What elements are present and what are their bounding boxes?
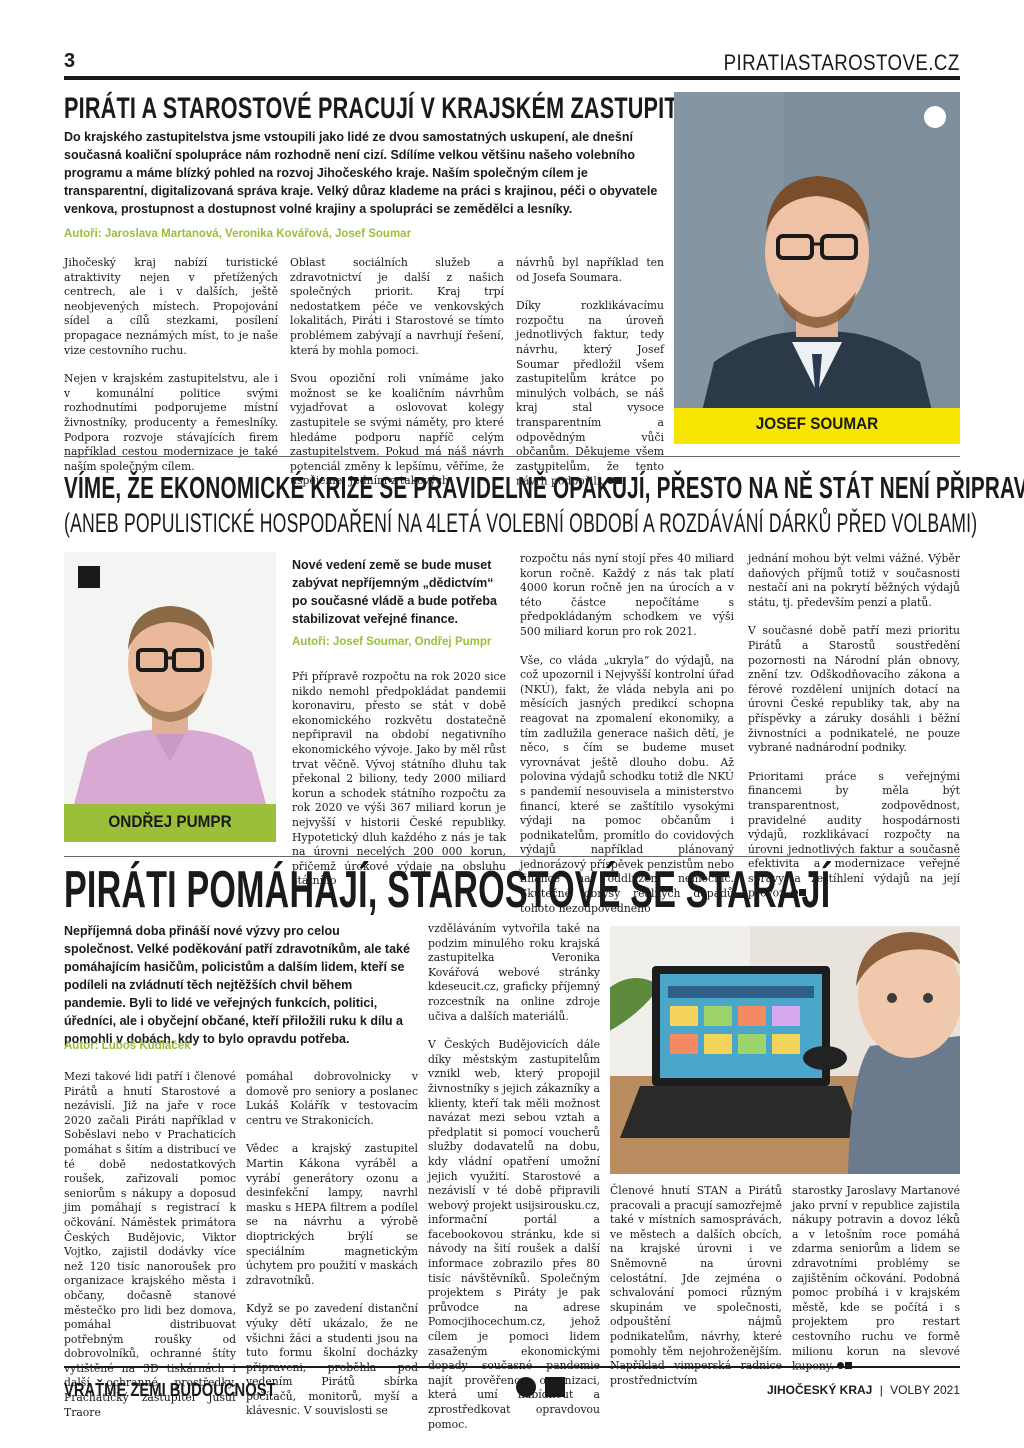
paragraph: Když se po zavedení distanční výuky dětí…	[246, 1302, 418, 1418]
footer-rule	[64, 1366, 960, 1368]
section-divider	[64, 856, 960, 857]
photo-illustration	[610, 926, 960, 1174]
paragraph: pomáhal dobrovolnicky v domově pro senio…	[246, 1070, 418, 1127]
article1-col3: návrhů byl například ten od Josefa Souma…	[516, 256, 664, 503]
footer-logo	[516, 1376, 566, 1397]
starostove-square-icon	[545, 1376, 566, 1397]
page-number: 3	[64, 50, 76, 72]
footer-election: VOLBY 2021	[890, 1383, 960, 1397]
footer-slogan: VRAŤME ZEMI BUDOUCNOST	[64, 1380, 276, 1400]
article2-authors: Autoři: Josef Soumar, Ondřej Pumpr	[292, 636, 492, 648]
pirate-logo-circle-icon	[924, 106, 946, 128]
paragraph: návrhů byl například ten od Josefa Souma…	[516, 256, 664, 284]
article1-authors: Autoři: Jaroslava Martanová, Veronika Ko…	[64, 228, 412, 240]
josef-soumar-photo	[674, 92, 960, 444]
article1-title: Piráti a Starostové pracují v krajském z…	[64, 92, 765, 125]
paragraph: Členové hnutí STAN a Pirátů pracovali a …	[610, 1184, 782, 1387]
article2-lead: Nové vedení země se bude muset zabývat n…	[292, 558, 497, 626]
ondrej-pumpr-photo	[64, 552, 276, 804]
footer-separator: |	[879, 1383, 883, 1397]
paragraph: Oblast sociálních služeb a zdravotnictví…	[290, 256, 504, 357]
paragraph: V současné době patří mezi prioritu Pirá…	[748, 624, 960, 755]
article3-lead: Nepříjemná doba přináší nové výzvy pro c…	[64, 924, 410, 1046]
section-divider	[64, 456, 960, 457]
article1-col2: Oblast sociálních služeb a zdravotnictví…	[290, 256, 504, 503]
header-rule	[64, 76, 960, 80]
portrait-illustration	[674, 92, 960, 444]
ondrej-pumpr-name: ONDŘEJ PUMPR	[108, 812, 232, 831]
paragraph: rozpočtu nás nyní stojí přes 40 miliard …	[520, 552, 734, 638]
article2-title: Víme, že ekonomické krize se pravidelně …	[64, 470, 1024, 505]
pirate-circle-icon	[516, 1376, 536, 1397]
portrait-illustration	[64, 552, 276, 804]
article1-lead: Do krajského zastupitelstva jsme vstoupi…	[64, 130, 658, 216]
paragraph: starostky Jaroslavy Martanové jako první…	[792, 1184, 960, 1374]
article3-authors: Autor: Luboš Kudláček	[64, 1040, 191, 1052]
site-url[interactable]: PIRATIASTAROSTOVE.CZ	[724, 50, 960, 76]
paragraph: V Českých Budějovicích dále díky městský…	[428, 1038, 600, 1431]
starostove-logo-square-icon	[78, 566, 100, 588]
paragraph: jednání mohou být velmi vážné. Výběr daň…	[748, 552, 960, 609]
child-laptop-photo	[610, 926, 960, 1174]
article3-title: Piráti pomáhají, starostové se starají	[64, 861, 831, 919]
paragraph: Vědec a krajský zastupitel Martin Kákona…	[246, 1142, 418, 1287]
article1-col1: Jihočeský kraj nabízí turistické atrakti…	[64, 256, 278, 488]
article2-subtitle: (aneb populistické hospodaření na 4letá …	[64, 508, 978, 538]
article3-col3b: Členové hnutí STAN a Pirátů pracovali a …	[610, 1184, 782, 1402]
paragraph: Nejen v krajském zastupitelstvu, ale i v…	[64, 372, 278, 473]
footer-edition: JIHOČESKÝ KRAJ | VOLBY 2021	[767, 1383, 960, 1397]
article3-col2: pomáhal dobrovolnicky v domově pro senio…	[246, 1070, 418, 1433]
josef-soumar-name: JOSEF SOUMAR	[755, 414, 879, 433]
paragraph: vzděláváním vytvořila také na podzim min…	[428, 922, 600, 1023]
paragraph: Jihočeský kraj nabízí turistické atrakti…	[64, 256, 278, 357]
paragraph: Díky rozklikávacímu rozpočtu na úroveň j…	[516, 299, 664, 488]
footer-region: JIHOČESKÝ KRAJ	[766, 1383, 873, 1397]
article3-col3c: starostky Jaroslavy Martanové jako první…	[792, 1184, 960, 1388]
